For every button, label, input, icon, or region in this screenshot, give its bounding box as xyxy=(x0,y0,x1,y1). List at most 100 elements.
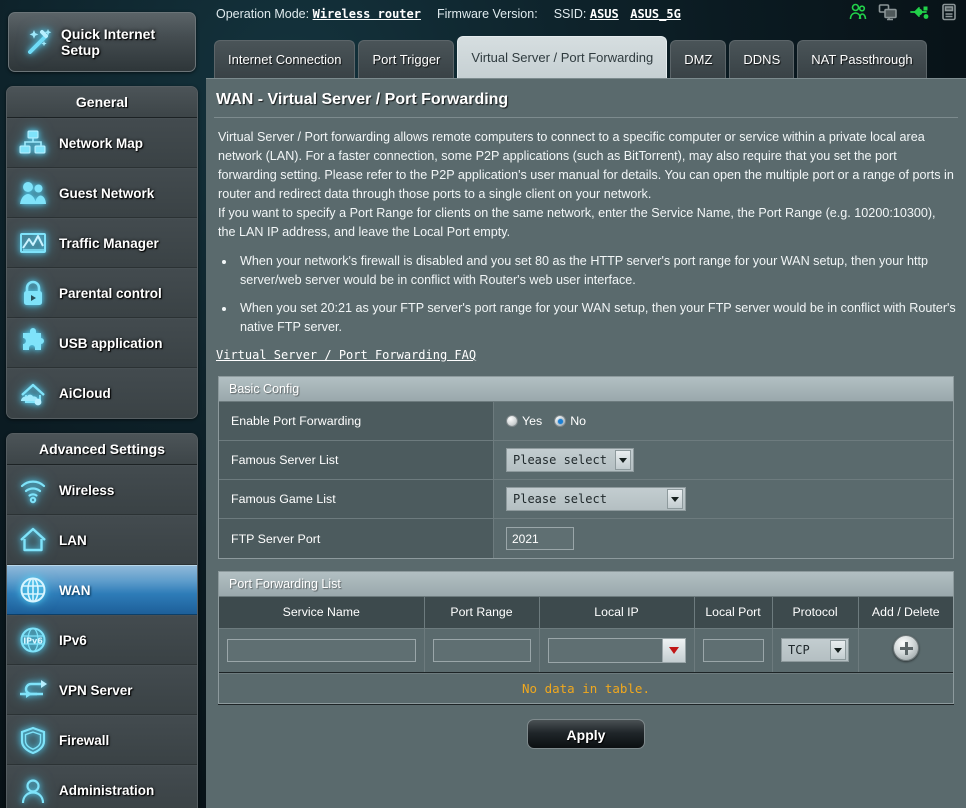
ftp-server-port-input[interactable] xyxy=(506,527,574,550)
column-header-port-range: Port Range xyxy=(424,597,540,629)
advanced-menu-block: Advanced Settings Wireless LAN WAN IPv6 … xyxy=(6,433,198,808)
sidebar-item-lan[interactable]: LAN xyxy=(7,515,197,565)
vpn-arrows-icon xyxy=(7,675,59,705)
row-famous-game-list: Famous Game List Please select xyxy=(219,480,953,519)
local-ip-dropdown-button[interactable] xyxy=(661,637,686,663)
sidebar-item-label: Parental control xyxy=(59,285,162,301)
sidebar-item-label: Administration xyxy=(59,783,155,798)
note-item: When your network's firewall is disabled… xyxy=(236,252,958,290)
sidebar-item-wireless[interactable]: Wireless xyxy=(7,465,197,515)
sidebar-item-label: Traffic Manager xyxy=(59,235,159,251)
firmware-version-label: Firmware Version: xyxy=(436,7,538,21)
sidebar-item-label: LAN xyxy=(59,532,87,548)
basic-config-section: Basic Config Enable Port Forwarding Yes … xyxy=(218,376,954,559)
sidebar-item-ipv6[interactable]: IPv6 IPv6 xyxy=(7,615,197,665)
tab-internet-connection[interactable]: Internet Connection xyxy=(214,40,356,78)
ssid-value-24g[interactable]: ASUS xyxy=(590,7,619,21)
apply-button[interactable]: Apply xyxy=(527,718,645,749)
tab-virtual-server-port-forwarding[interactable]: Virtual Server / Port Forwarding xyxy=(457,36,668,78)
famous-game-list-select[interactable]: Please select xyxy=(506,487,686,511)
sidebar-item-usb-application[interactable]: USB application xyxy=(7,318,197,368)
column-header-local-port: Local Port xyxy=(694,597,773,629)
cell-port-range xyxy=(424,628,540,673)
column-header-local-ip: Local IP xyxy=(539,597,695,629)
sidebar-item-vpn-server[interactable]: VPN Server xyxy=(7,665,197,715)
famous-game-list-selected: Please select xyxy=(513,492,607,506)
radio-yes-label: Yes xyxy=(522,414,543,428)
plus-circle-icon[interactable] xyxy=(892,634,919,661)
aicloud-icon xyxy=(7,379,59,409)
quick-internet-setup-button[interactable]: Quick Internet Setup xyxy=(8,12,196,72)
usb-icon[interactable] xyxy=(908,2,930,25)
enable-port-forwarding-label: Enable Port Forwarding xyxy=(219,402,494,440)
operation-mode-value[interactable]: Wireless router xyxy=(313,7,421,21)
local-ip-input[interactable] xyxy=(547,637,662,663)
local-ip-combobox[interactable] xyxy=(547,637,686,663)
title-divider xyxy=(214,117,958,118)
sidebar-item-label: Firewall xyxy=(59,732,110,748)
note-item: When you set 20:21 as your FTP server's … xyxy=(236,299,958,337)
tab-dmz[interactable]: DMZ xyxy=(670,40,727,78)
quick-internet-setup-label: Quick Internet Setup xyxy=(61,26,156,58)
cell-service-name xyxy=(219,628,425,673)
sidebar-item-label: VPN Server xyxy=(59,682,133,698)
port-forwarding-list-header: Port Forwarding List xyxy=(219,572,953,597)
famous-server-list-value: Please select xyxy=(494,448,953,472)
sidebar-item-guest-network[interactable]: Guest Network xyxy=(7,168,197,218)
ssid-value-5g[interactable]: ASUS_5G xyxy=(630,7,681,21)
radio-option-yes[interactable]: Yes xyxy=(506,414,542,428)
radio-yes-input[interactable] xyxy=(506,415,518,427)
radio-no-input[interactable] xyxy=(554,415,567,427)
sidebar-item-traffic-manager[interactable]: Traffic Manager xyxy=(7,218,197,268)
tab-bar: Internet Connection Port Trigger Virtual… xyxy=(206,36,927,78)
famous-game-list-value: Please select xyxy=(494,487,953,511)
sidebar: Quick Internet Setup General Network Map… xyxy=(0,0,206,808)
column-header-protocol: Protocol xyxy=(772,597,859,629)
network-monitors-icon[interactable] xyxy=(878,2,898,25)
chevron-down-icon[interactable] xyxy=(615,450,631,470)
description-block: Virtual Server / Port forwarding allows … xyxy=(214,128,958,242)
sidebar-item-firewall[interactable]: Firewall xyxy=(7,715,197,765)
port-range-input[interactable] xyxy=(432,638,531,662)
tab-nat-passthrough[interactable]: NAT Passthrough xyxy=(797,40,927,78)
famous-server-list-selected: Please select xyxy=(513,453,607,467)
sidebar-item-label: WAN xyxy=(59,582,91,598)
sidebar-item-label: IPv6 xyxy=(59,632,87,648)
printer-icon[interactable] xyxy=(940,2,958,25)
chevron-down-icon[interactable] xyxy=(830,640,846,660)
clients-icon[interactable] xyxy=(848,2,868,25)
sidebar-item-wan[interactable]: WAN xyxy=(7,565,197,615)
column-header-service-name: Service Name xyxy=(219,597,425,629)
table-entry-row: TCP xyxy=(219,628,953,673)
tab-port-trigger[interactable]: Port Trigger xyxy=(358,40,455,78)
port-forwarding-table: Service Name Port Range Local IP Local P… xyxy=(219,597,953,673)
sidebar-item-aicloud[interactable]: AiCloud xyxy=(7,368,197,418)
column-header-add-delete: Add / Delete xyxy=(858,597,953,629)
lock-icon xyxy=(7,278,59,308)
chevron-down-icon[interactable] xyxy=(667,489,683,509)
sidebar-item-network-map[interactable]: Network Map xyxy=(7,118,197,168)
cell-local-ip xyxy=(539,628,695,673)
operation-mode-group: Operation Mode: Wireless router xyxy=(216,7,421,21)
famous-server-list-select[interactable]: Please select xyxy=(506,448,634,472)
user-admin-icon xyxy=(7,776,59,806)
faq-link[interactable]: Virtual Server / Port Forwarding FAQ xyxy=(214,348,476,362)
empty-table-message: No data in table. xyxy=(219,672,953,703)
protocol-select[interactable]: TCP xyxy=(781,638,849,662)
puzzle-icon xyxy=(7,328,59,358)
traffic-manager-icon xyxy=(7,228,59,258)
tab-ddns[interactable]: DDNS xyxy=(729,40,795,78)
service-name-input[interactable] xyxy=(227,638,416,662)
top-status-bar: Operation Mode: Wireless router Firmware… xyxy=(206,0,966,28)
sidebar-item-administration[interactable]: Administration xyxy=(7,765,197,808)
sidebar-item-parental-control[interactable]: Parental control xyxy=(7,268,197,318)
magic-wand-icon xyxy=(17,25,61,59)
cell-local-port xyxy=(694,628,773,673)
cell-protocol: TCP xyxy=(772,628,859,673)
top-icon-group xyxy=(848,2,958,25)
enable-port-forwarding-radio-group: Yes No xyxy=(506,414,586,428)
local-port-input[interactable] xyxy=(702,638,764,662)
radio-option-no[interactable]: No xyxy=(554,414,586,428)
network-map-icon xyxy=(7,128,59,158)
famous-game-list-label: Famous Game List xyxy=(219,480,494,518)
